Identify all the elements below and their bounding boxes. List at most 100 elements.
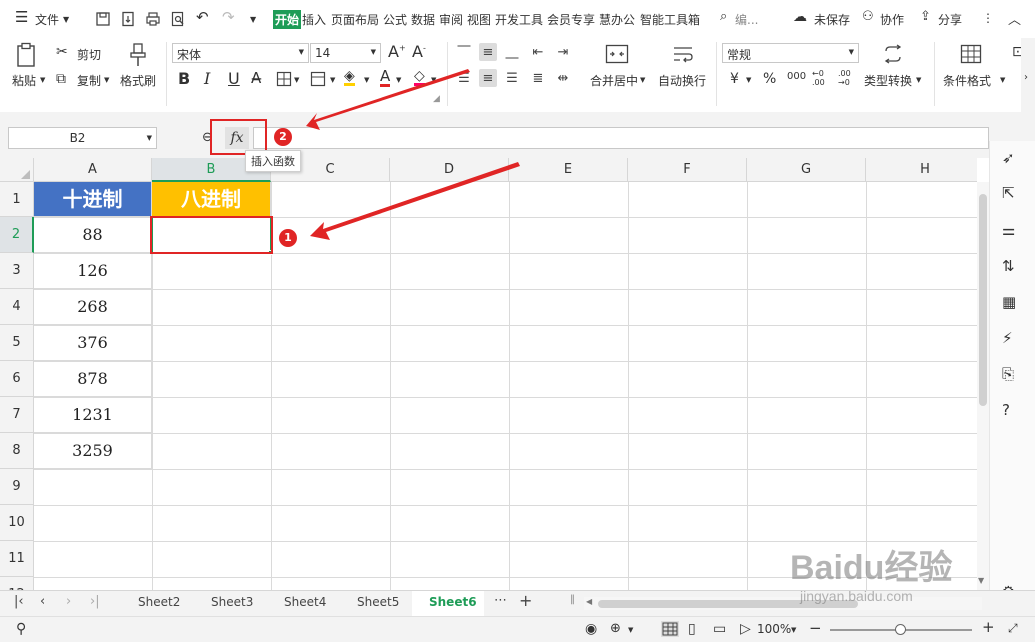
cell-a3[interactable]: 126 xyxy=(34,253,152,289)
save-icon[interactable] xyxy=(95,11,111,27)
share-button[interactable]: 分享 xyxy=(938,11,962,28)
row-header-2[interactable]: 2 xyxy=(0,217,34,253)
tab-huibangong[interactable]: 慧办公 xyxy=(599,11,635,28)
paste-icon[interactable] xyxy=(16,42,38,68)
increase-indent-icon[interactable]: ⇥ xyxy=(554,43,572,61)
align-left-icon[interactable]: ☰ xyxy=(455,69,473,87)
column-header-f[interactable]: F xyxy=(628,158,747,182)
cell-a6[interactable]: 878 xyxy=(34,361,152,397)
column-header-d[interactable]: D xyxy=(390,158,509,182)
conditional-format-button[interactable]: 条件格式 xyxy=(943,72,991,89)
align-middle-icon[interactable]: ≡ xyxy=(479,43,497,61)
print-preview-icon[interactable] xyxy=(170,11,186,27)
more-sheets-icon[interactable]: ⋯ xyxy=(494,593,507,608)
help-icon[interactable]: ? xyxy=(1002,401,1022,421)
font-name-select[interactable]: 宋体 ▼ xyxy=(172,43,309,63)
collapse-ribbon-icon[interactable]: ︿ xyxy=(1008,9,1021,28)
cell-a8[interactable]: 3259 xyxy=(34,433,152,469)
cell-a1[interactable]: 十进制 xyxy=(34,182,152,217)
cell-a5[interactable]: 376 xyxy=(34,325,152,361)
column-header-h[interactable]: H xyxy=(866,158,977,182)
tab-formulas[interactable]: 公式 xyxy=(383,11,407,28)
align-right-icon[interactable]: ☰ xyxy=(503,69,521,87)
column-header-e[interactable]: E xyxy=(509,158,628,182)
type-convert-chevron-icon[interactable]: ▼ xyxy=(916,76,921,84)
row-header-12[interactable]: 12 xyxy=(0,577,34,590)
vertical-scroll-thumb[interactable] xyxy=(979,194,987,406)
column-header-a[interactable]: A xyxy=(34,158,152,182)
fill-color-chevron-icon[interactable]: ▼ xyxy=(364,76,369,84)
row-header-9[interactable]: 9 xyxy=(0,469,34,505)
select-all-corner[interactable] xyxy=(0,158,34,182)
unsaved-status[interactable]: 未保存 xyxy=(814,11,850,28)
sheet-tab-4[interactable]: Sheet4 xyxy=(284,595,326,609)
type-convert-button[interactable]: 类型转换 xyxy=(864,72,912,89)
collab-button[interactable]: 协作 xyxy=(880,11,904,28)
tab-smart-toolbox[interactable]: 智能工具箱 xyxy=(640,11,700,28)
currency-icon[interactable]: ¥ xyxy=(730,71,739,87)
search-icon[interactable]: ⌕ xyxy=(720,9,727,24)
zoom-out-icon[interactable]: − xyxy=(809,619,822,637)
sheet-tab-2[interactable]: Sheet2 xyxy=(138,595,180,609)
font-color-icon[interactable]: A xyxy=(380,69,391,87)
transform-icon[interactable]: ⇅ xyxy=(1002,257,1022,277)
merge-center-icon[interactable] xyxy=(605,44,629,64)
conditional-format-chevron-icon[interactable]: ▼ xyxy=(1000,76,1005,84)
vertical-scrollbar[interactable]: ▼ xyxy=(977,182,989,590)
tab-view[interactable]: 视图 xyxy=(467,11,491,28)
tab-member[interactable]: 会员专享 xyxy=(547,11,595,28)
page-layout-view-icon[interactable]: ▯ xyxy=(688,621,696,637)
row-header-6[interactable]: 6 xyxy=(0,361,34,397)
zoom-slider[interactable] xyxy=(830,624,972,635)
decrease-font-icon[interactable]: A- xyxy=(412,42,426,61)
print-icon[interactable] xyxy=(145,11,161,27)
conditional-format-icon[interactable] xyxy=(960,44,982,64)
macro-icon[interactable]: ⚲ xyxy=(16,621,26,637)
chevron-down-icon[interactable]: ▼ xyxy=(63,15,69,24)
tab-developer[interactable]: 开发工具 xyxy=(495,11,543,28)
scroll-left-icon[interactable]: ◀ xyxy=(586,597,592,606)
percent-icon[interactable]: % xyxy=(763,71,776,87)
more-icon[interactable]: ⋮ xyxy=(982,11,994,25)
border-chevron-icon[interactable]: ▼ xyxy=(294,76,299,84)
column-header-g[interactable]: G xyxy=(747,158,866,182)
cell-a4[interactable]: 268 xyxy=(34,289,152,325)
next-sheet-icon[interactable]: › xyxy=(66,594,71,609)
bold-button[interactable]: B xyxy=(178,69,190,88)
font-size-select[interactable]: 14 ▼ xyxy=(310,43,381,63)
type-convert-icon[interactable] xyxy=(882,44,904,64)
sheet-tab-6[interactable]: Sheet6 xyxy=(429,595,477,609)
ribbon-scroll[interactable]: › xyxy=(1021,38,1035,112)
clear-format-chevron-icon[interactable]: ▼ xyxy=(431,76,436,84)
redo-icon[interactable]: ↷ xyxy=(222,8,235,26)
currency-chevron-icon[interactable]: ▼ xyxy=(746,76,751,84)
italic-button[interactable]: I xyxy=(204,69,210,88)
view-mode-icon[interactable]: ⊕ xyxy=(610,621,621,636)
row-header-7[interactable]: 7 xyxy=(0,397,34,433)
quick-access-chevron-icon[interactable]: ▼ xyxy=(250,15,256,24)
merge-center-button[interactable]: 合并居中 xyxy=(590,72,638,89)
add-sheet-icon[interactable]: + xyxy=(519,591,532,610)
split-handle-icon[interactable]: ‖ xyxy=(570,594,575,605)
rocket-icon[interactable]: ➶ xyxy=(1002,149,1022,169)
prev-sheet-icon[interactable]: ‹ xyxy=(40,594,45,609)
fullscreen-icon[interactable]: ⤢ xyxy=(1008,621,1018,636)
cell-style-chevron-icon[interactable]: ▼ xyxy=(330,76,335,84)
page-break-view-icon[interactable]: ▭ xyxy=(713,621,726,637)
tab-review[interactable]: 审阅 xyxy=(439,11,463,28)
sliders-icon[interactable]: ⚌ xyxy=(1002,221,1022,241)
undo-icon[interactable]: ↶ xyxy=(196,8,209,26)
number-format-select[interactable]: 常规 ▼ xyxy=(722,43,859,63)
hamburger-icon[interactable]: ☰ xyxy=(15,8,28,26)
name-box[interactable]: B2 ▼ xyxy=(8,127,157,149)
clear-format-icon[interactable]: ◇ xyxy=(414,69,425,86)
copy-chevron-icon[interactable]: ▼ xyxy=(104,76,109,84)
cell-style-icon[interactable] xyxy=(310,71,328,87)
tab-page-layout[interactable]: 页面布局 xyxy=(331,11,379,28)
format-painter-button[interactable]: 格式刷 xyxy=(120,72,156,89)
chart-panel-icon[interactable]: ▦ xyxy=(1002,293,1022,313)
align-center-icon[interactable]: ≡ xyxy=(479,69,497,87)
scroll-down-icon[interactable]: ▼ xyxy=(978,576,984,585)
sheet-tab-3[interactable]: Sheet3 xyxy=(211,595,253,609)
tab-start[interactable]: 开始 xyxy=(273,10,302,29)
